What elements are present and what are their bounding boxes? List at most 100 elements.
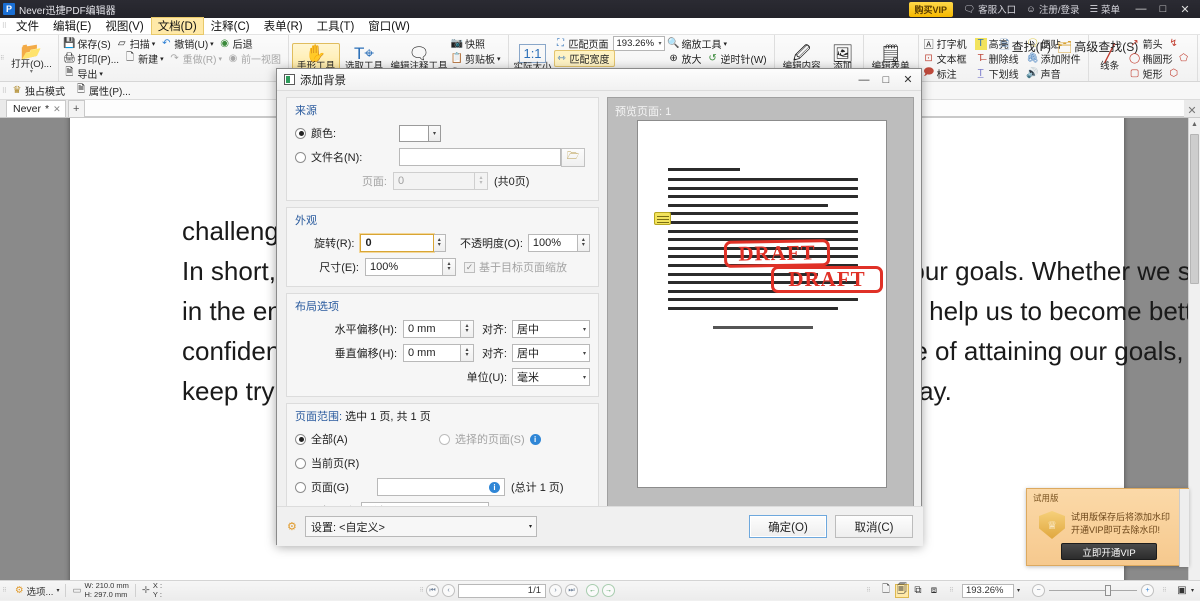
v-align-select[interactable]: 居中▾ — [512, 344, 590, 362]
close-tab-icon[interactable]: ✕ — [53, 104, 61, 115]
dialog-close-button[interactable]: ✕ — [897, 70, 919, 90]
undo-button[interactable]: ↶撤销(U)▾ — [159, 36, 217, 51]
menu-button[interactable]: ☰ 菜单 — [1089, 2, 1120, 16]
redo-button[interactable]: ↷重做(R)▾ — [168, 51, 226, 66]
menu-form[interactable]: 表单(R) — [257, 17, 310, 35]
rectangle-tool-button[interactable]: ▢矩形 — [1128, 66, 1167, 81]
rotation-input[interactable]: 0 — [360, 234, 433, 252]
save-button[interactable]: 💾保存(S) — [62, 36, 114, 51]
continuous-view-button[interactable]: 🗐 — [895, 584, 909, 598]
fit-width-button[interactable]: ⇿匹配宽度 — [554, 50, 615, 67]
zoom-slider-track[interactable] — [1049, 590, 1137, 591]
relative-scale-checkbox-wrap[interactable]: ✓ 基于目标页面缩放 — [456, 259, 567, 275]
textbox-button[interactable]: ⊡文本框 — [922, 51, 971, 66]
single-page-view-button[interactable]: 🗋 — [879, 584, 893, 598]
unit-select[interactable]: 毫米▾ — [512, 368, 590, 386]
new-tab-button[interactable]: + — [68, 100, 85, 117]
back-button[interactable]: ◉后退 — [218, 36, 257, 51]
menu-comment[interactable]: 注释(C) — [204, 17, 257, 35]
properties-button[interactable]: 🗎 属性(P)... — [73, 83, 139, 98]
h-align-select[interactable]: 居中▾ — [512, 320, 590, 338]
scan-button[interactable]: ▱扫描▾ — [115, 36, 160, 51]
dialog-minimize-button[interactable]: — — [853, 70, 875, 90]
new-button[interactable]: 🗋新建▾ — [123, 51, 168, 66]
callout-button[interactable]: 🗩标注 — [922, 66, 961, 81]
two-page-continuous-view-button[interactable]: ⧈ — [927, 584, 941, 598]
preview-pane[interactable]: 预览页面: 1 — [607, 97, 914, 527]
advanced-find-button[interactable]: 🗂 高级查找(S) — [1057, 38, 1138, 55]
scroll-up-icon[interactable]: ▲ — [1189, 118, 1200, 130]
fit-page-button[interactable]: ⛶匹配页面 — [554, 36, 613, 51]
two-page-view-button[interactable]: ⧉ — [911, 584, 925, 598]
v-offset-input[interactable]: 0 mm — [403, 344, 461, 362]
buy-vip-button[interactable]: 购买VIP — [909, 2, 954, 17]
clipboard-button[interactable]: 📋剪贴板▾ — [450, 51, 505, 66]
chevron-down-icon[interactable]: ▾ — [429, 125, 441, 142]
last-page-button[interactable]: ⏭ — [565, 584, 578, 597]
status-zoom-value[interactable]: 193.26% — [962, 584, 1014, 598]
prev-view-button[interactable]: ◉前一视图 — [226, 51, 285, 66]
menu-tools[interactable]: 工具(T) — [310, 17, 362, 35]
selected-pages-radio[interactable] — [439, 434, 450, 445]
relative-scale-checkbox[interactable]: ✓ — [464, 262, 475, 273]
open-button[interactable]: 📂 打开(O)... ▾ — [7, 42, 55, 75]
menu-edit[interactable]: 编辑(E) — [46, 17, 98, 35]
prev-page-button[interactable]: ‹ — [442, 584, 455, 597]
current-page-radio[interactable] — [295, 458, 306, 469]
fullscreen-icon[interactable]: ▣ — [1175, 584, 1189, 598]
trial-watermark-popup[interactable]: 试用版 ♕ 试用版保存后将添加水印 开通VIP即可去除水印! 立即开通VIP — [1026, 488, 1189, 566]
info-icon[interactable]: i — [489, 482, 500, 493]
dialog-maximize-button[interactable]: □ — [875, 70, 897, 90]
zoom-in-button[interactable]: + — [1141, 584, 1154, 597]
ok-button[interactable]: 确定(O) — [749, 515, 827, 538]
next-page-button[interactable]: › — [549, 584, 562, 597]
menu-view[interactable]: 视图(V) — [98, 17, 150, 35]
close-all-tabs-button[interactable]: ✕ — [1184, 104, 1200, 117]
menu-window[interactable]: 窗口(W) — [361, 17, 417, 35]
underline-button[interactable]: T̲下划线 — [974, 66, 1023, 81]
page-indicator-input[interactable]: 1/1 — [458, 584, 546, 598]
custom-pages-input[interactable]: i — [377, 478, 505, 496]
print-button[interactable]: 🖨打印(P)... — [62, 51, 123, 66]
scale-spinner[interactable]: ▴▾ — [443, 258, 456, 276]
source-page-spinner[interactable]: ▴▾ — [475, 172, 488, 190]
source-page-input[interactable]: 0 — [393, 172, 475, 190]
export-button[interactable]: 🗎导出▾ — [62, 66, 107, 81]
find-button[interactable]: 🗎 查找(F) — [1000, 36, 1051, 57]
document-tab[interactable]: Never * ✕ — [6, 100, 66, 117]
v-offset-spinner[interactable]: ▴▾ — [461, 344, 474, 362]
snapshot-button[interactable]: 📷快照 — [450, 36, 489, 51]
color-picker[interactable]: ▾ — [399, 125, 441, 142]
menu-document[interactable]: 文档(D) — [151, 17, 204, 35]
status-zoom-select[interactable]: 193.26% ▾ — [956, 581, 1026, 601]
menu-file[interactable]: 文件 — [9, 17, 46, 35]
color-radio[interactable] — [295, 128, 306, 139]
zoom-tool-button[interactable]: 🔍缩放工具▾ — [667, 36, 732, 51]
h-offset-spinner[interactable]: ▴▾ — [461, 320, 474, 338]
scrollbar-thumb[interactable] — [1190, 134, 1199, 284]
filename-radio[interactable] — [295, 152, 306, 163]
exclusive-mode-button[interactable]: ♛ 独占模式 — [9, 83, 73, 98]
nav-forward-button[interactable]: → — [602, 584, 615, 597]
all-pages-radio[interactable] — [295, 434, 306, 445]
typewriter-button[interactable]: 🄰打字机 — [922, 36, 971, 51]
scale-input[interactable]: 100% — [365, 258, 443, 276]
options-button[interactable]: ⚙ 选项... ▾ — [9, 581, 65, 601]
browse-folder-button[interactable]: 🗁 — [561, 148, 585, 167]
polyline-tool-button[interactable]: ↯ — [1167, 38, 1184, 50]
fullscreen-button[interactable]: ▣ ▾ — [1169, 581, 1200, 601]
zoom-level-input[interactable]: 193.26%▾ — [613, 36, 665, 51]
nav-back-button[interactable]: ← — [586, 584, 599, 597]
zoom-out-button[interactable]: − — [1032, 584, 1045, 597]
activate-vip-button[interactable]: 立即开通VIP — [1061, 543, 1157, 560]
zoom-slider-thumb[interactable] — [1105, 585, 1111, 596]
account-button[interactable]: ☺ 注册/登录 — [1026, 2, 1079, 16]
color-swatch[interactable] — [399, 125, 429, 142]
close-button[interactable]: ✕ — [1174, 3, 1196, 16]
first-page-button[interactable]: ⏮ — [426, 584, 439, 597]
rotation-spinner[interactable]: ▴▾ — [434, 234, 446, 252]
opacity-spinner[interactable]: ▴▾ — [578, 234, 590, 252]
settings-preset-select[interactable]: 设置: <自定义> ▾ — [305, 516, 537, 537]
zoom-in-button[interactable]: ⊕放大 — [667, 51, 706, 66]
zoom-slider[interactable]: − + — [1026, 581, 1160, 601]
